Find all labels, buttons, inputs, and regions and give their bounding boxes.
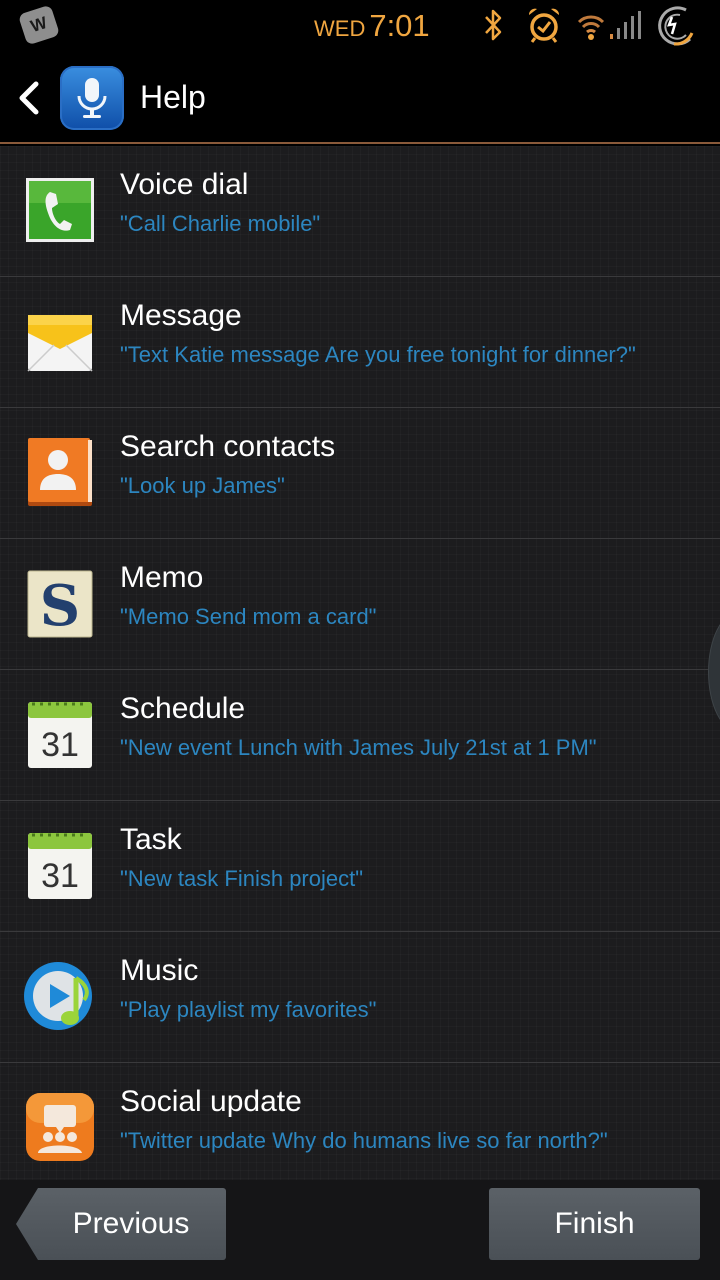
list-item-search-contacts[interactable]: Search contacts "Look up James": [0, 408, 720, 539]
command-title: Message: [120, 299, 242, 332]
finish-button[interactable]: Finish: [489, 1188, 700, 1260]
command-list: Voice dial "Call Charlie mobile" Message…: [0, 146, 720, 1180]
command-example: "New event Lunch with James July 21st at…: [120, 735, 597, 760]
calendar-day: 31: [41, 857, 79, 895]
command-example: "Call Charlie mobile": [120, 211, 321, 236]
calendar-icon: 31: [28, 702, 92, 768]
command-title: Music: [120, 954, 199, 987]
contact-icon: [28, 438, 92, 506]
command-example: "Play playlist my favorites": [120, 997, 377, 1022]
list-item-music[interactable]: Music "Play playlist my favorites": [0, 932, 720, 1063]
command-title: Voice dial: [120, 168, 249, 201]
command-title: Task: [120, 823, 182, 856]
list-item-memo[interactable]: S Memo "Memo Send mom a card": [0, 539, 720, 670]
command-example: "Look up James": [120, 473, 285, 498]
envelope-icon: [27, 315, 93, 372]
action-bar: Help: [0, 52, 720, 144]
wifi-icon: [577, 15, 605, 40]
command-example: "Twitter update Why do humans live so fa…: [120, 1128, 608, 1153]
command-title: Memo: [120, 561, 204, 594]
page-title: Help: [140, 79, 206, 115]
alarm-icon: [528, 8, 560, 43]
status-day: WED: [314, 16, 366, 41]
status-clock: WED 7:01: [314, 8, 430, 44]
signal-icon: [610, 11, 641, 39]
list-item-task[interactable]: 31 Task "New task Finish project": [0, 801, 720, 932]
microphone-icon: [77, 78, 107, 118]
previous-button[interactable]: Previous: [16, 1188, 226, 1260]
back-button[interactable]: [12, 76, 46, 120]
list-item-social-update[interactable]: Social update "Twitter update Why do hum…: [0, 1063, 720, 1180]
status-time: 7:01: [369, 8, 430, 43]
calendar-day: 31: [41, 726, 79, 764]
music-icon: [24, 962, 92, 1030]
list-item-message[interactable]: Message "Text Katie message Are you free…: [0, 277, 720, 408]
app-icon: [60, 66, 124, 130]
memo-letter: S: [40, 573, 80, 639]
notification-app-icon: W: [17, 4, 61, 46]
list-item-voice-dial[interactable]: Voice dial "Call Charlie mobile": [0, 146, 720, 277]
command-title: Search contacts: [120, 430, 336, 463]
memo-icon: S: [27, 570, 93, 639]
command-example: "Text Katie message Are you free tonight…: [120, 342, 636, 367]
bottom-bar: Previous Finish: [0, 1180, 720, 1280]
social-icon: [26, 1093, 94, 1161]
calendar-icon: 31: [28, 833, 92, 899]
list-item-schedule[interactable]: 31 Schedule "New event Lunch with James …: [0, 670, 720, 801]
command-title: Schedule: [120, 692, 246, 725]
command-example: "Memo Send mom a card": [120, 604, 377, 629]
phone-icon: [26, 178, 94, 242]
status-bar: W WED 7:01: [0, 0, 720, 52]
command-example: "New task Finish project": [120, 866, 364, 891]
battery-charging-icon: [658, 6, 694, 46]
bluetooth-icon: [485, 9, 502, 41]
command-title: Social update: [120, 1085, 302, 1118]
